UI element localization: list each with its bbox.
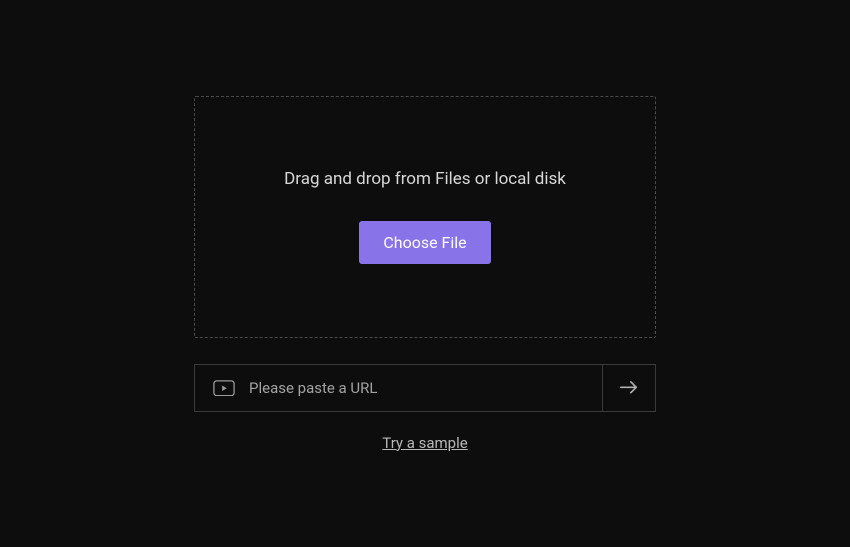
submit-url-button[interactable] [602,364,656,412]
dropzone-instruction: Drag and drop from Files or local disk [284,169,566,189]
choose-file-button[interactable]: Choose File [359,221,490,264]
url-input[interactable] [249,379,584,397]
try-sample-link[interactable]: Try a sample [382,434,467,452]
file-dropzone[interactable]: Drag and drop from Files or local disk C… [194,96,656,338]
video-icon [213,380,235,396]
url-input-wrapper [194,364,602,412]
url-input-row [194,364,656,412]
arrow-right-icon [619,380,639,396]
